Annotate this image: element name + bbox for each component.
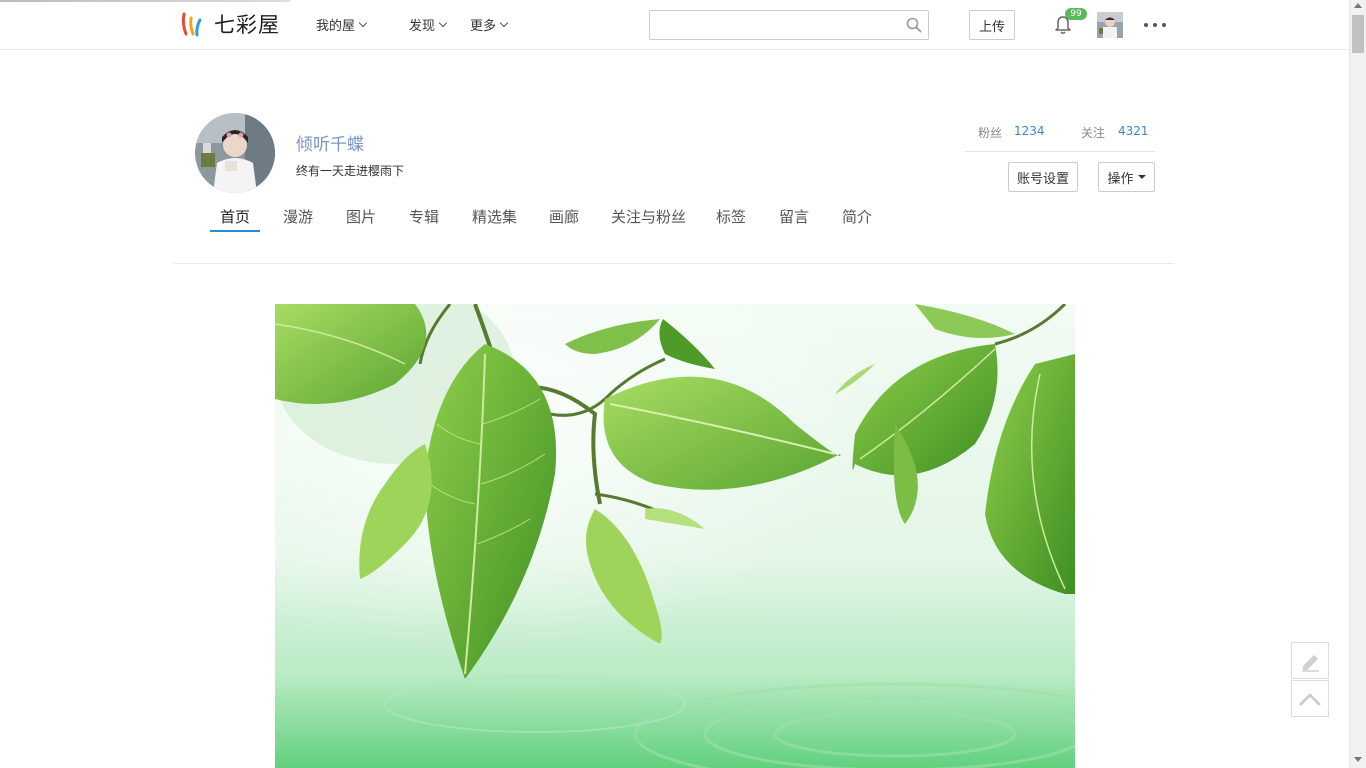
tab-albums[interactable]: 专辑 <box>409 206 439 232</box>
chevron-down-icon <box>358 18 368 27</box>
chevron-down-icon <box>499 18 509 27</box>
search-input[interactable] <box>656 15 896 35</box>
profile-signature: 终有一天走进樱雨下 <box>296 164 405 178</box>
nav-label: 更多 <box>470 19 497 34</box>
tab-follow-fans[interactable]: 关注与粉丝 <box>611 206 686 232</box>
caret-down-icon <box>1137 175 1146 179</box>
nav-more[interactable]: 更多 <box>470 15 509 34</box>
page-scrollbar[interactable] <box>1349 0 1366 768</box>
tab-home[interactable]: 首页 <box>209 206 261 232</box>
tab-collections[interactable]: 精选集 <box>472 206 517 232</box>
user-avatar[interactable] <box>1097 12 1123 38</box>
upload-button[interactable]: 上传 <box>969 10 1015 40</box>
more-dots-icon[interactable] <box>1144 16 1166 34</box>
scroll-thumb[interactable] <box>1352 15 1364 53</box>
operations-label: 操作 <box>1107 171 1134 187</box>
nav-my-house[interactable]: 我的屋 <box>316 15 368 34</box>
avatar-image <box>1097 12 1123 38</box>
logo-text: 七彩屋 <box>214 13 280 37</box>
edit-button[interactable] <box>1291 642 1329 679</box>
profile-name[interactable]: 倾听千蝶 <box>296 130 364 155</box>
tab-roam[interactable]: 漫游 <box>283 206 313 232</box>
chevron-down-icon <box>438 18 448 27</box>
back-to-top-button[interactable] <box>1291 680 1329 717</box>
tabs-divider <box>174 263 1174 264</box>
notification-badge: 99 <box>1065 8 1087 20</box>
logo-icon <box>181 12 202 37</box>
account-settings-label: 账号设置 <box>1016 171 1069 187</box>
scroll-up-arrow-icon[interactable] <box>1354 3 1362 8</box>
back-to-top-icon <box>1299 693 1321 706</box>
follow-label: 关注 <box>1081 126 1106 140</box>
profile-avatar-image <box>195 113 275 193</box>
search-box <box>649 10 929 40</box>
nav-label: 我的屋 <box>316 19 356 34</box>
nav-discover[interactable]: 发现 <box>409 15 448 34</box>
tab-images[interactable]: 图片 <box>346 206 376 232</box>
top-navbar: 七彩屋 我的屋 发现 更多 上传 99 <box>0 0 1349 50</box>
profile-avatar[interactable] <box>195 113 275 193</box>
cover-image <box>275 304 1075 768</box>
tab-tags[interactable]: 标签 <box>716 206 746 232</box>
tab-gallery[interactable]: 画廊 <box>549 206 579 232</box>
stats-divider <box>965 151 1155 152</box>
leaves-illustration <box>275 304 1075 768</box>
scroll-down-arrow-icon[interactable] <box>1354 757 1362 762</box>
site-logo[interactable]: 七彩屋 <box>180 10 280 38</box>
tab-intro[interactable]: 简介 <box>842 206 872 232</box>
tab-messages[interactable]: 留言 <box>779 206 809 232</box>
nav-label: 发现 <box>409 19 436 34</box>
search-icon[interactable] <box>906 17 922 33</box>
operations-dropdown-button[interactable]: 操作 <box>1098 162 1155 192</box>
fans-count[interactable]: 1234 <box>1014 124 1045 138</box>
menu-shadow <box>0 0 290 2</box>
follow-count[interactable]: 4321 <box>1118 124 1149 138</box>
fans-label: 粉丝 <box>978 126 1003 140</box>
account-settings-button[interactable]: 账号设置 <box>1008 162 1078 192</box>
edit-icon <box>1302 655 1319 672</box>
